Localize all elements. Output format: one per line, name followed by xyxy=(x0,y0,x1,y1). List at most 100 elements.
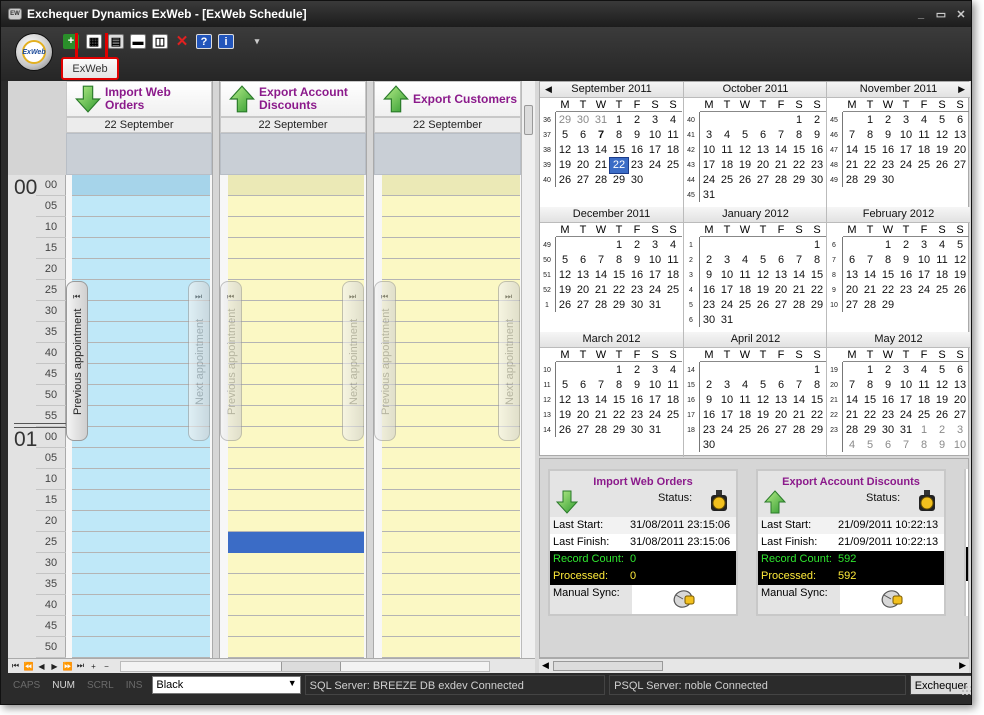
calendar-day[interactable]: 22 xyxy=(879,283,897,298)
calendar-day[interactable]: 25 xyxy=(736,423,754,438)
calendar-day[interactable]: 16 xyxy=(700,283,718,298)
chevron-down-icon[interactable]: ▼ xyxy=(288,678,297,688)
calendar-day[interactable]: 3 xyxy=(646,238,664,253)
calendar-day[interactable]: 16 xyxy=(628,393,646,408)
calendar-day[interactable]: 9 xyxy=(628,378,646,393)
calendar-day[interactable]: 28 xyxy=(790,423,808,438)
calendar-day[interactable]: 29 xyxy=(808,298,826,313)
calendar-day[interactable]: 21 xyxy=(592,408,610,423)
calendar-day[interactable]: 9 xyxy=(897,253,915,268)
calendar-day[interactable]: 14 xyxy=(790,393,808,408)
calendar-day[interactable]: 10 xyxy=(718,393,736,408)
calendar-day[interactable]: 4 xyxy=(736,378,754,393)
next-page-icon[interactable]: ⏩ xyxy=(62,662,73,671)
calendar-day[interactable]: 7 xyxy=(861,253,879,268)
calendar-day[interactable]: 12 xyxy=(951,253,969,268)
calendar-day[interactable]: 18 xyxy=(664,268,682,283)
calendar-day[interactable]: 29 xyxy=(610,423,628,438)
calendar-day[interactable]: 30 xyxy=(574,113,592,128)
calendar-day[interactable]: 18 xyxy=(915,393,933,408)
calendar-day[interactable]: 17 xyxy=(646,393,664,408)
calendar-day[interactable]: 5 xyxy=(951,238,969,253)
calendar-day[interactable]: 3 xyxy=(646,363,664,378)
calendar-day[interactable]: 11 xyxy=(664,378,682,393)
calendar-day[interactable]: 17 xyxy=(718,408,736,423)
next-month-icon[interactable]: ▶ xyxy=(958,82,965,97)
calendar-day[interactable]: 14 xyxy=(592,393,610,408)
calendar-day[interactable]: 20 xyxy=(754,158,772,173)
calendar-day[interactable]: 27 xyxy=(951,408,969,423)
all-day-area[interactable] xyxy=(374,133,521,175)
calendar-day[interactable]: 24 xyxy=(718,298,736,313)
calendar-day[interactable]: 13 xyxy=(951,128,969,143)
calendar-day[interactable]: 1 xyxy=(861,363,879,378)
application-orb-button[interactable]: ExWeb xyxy=(15,33,53,71)
calendar-day[interactable]: 12 xyxy=(754,393,772,408)
calendar-day[interactable]: 15 xyxy=(879,268,897,283)
calendar-day[interactable]: 23 xyxy=(628,408,646,423)
calendar-day[interactable]: 21 xyxy=(790,408,808,423)
previous-appointment-button[interactable]: ⏮ Previous appointment xyxy=(66,281,88,441)
calendar-day[interactable]: 29 xyxy=(610,298,628,313)
calendar-day[interactable]: 28 xyxy=(861,298,879,313)
close-button[interactable]: ✕ xyxy=(951,8,971,21)
calendar-day[interactable]: 25 xyxy=(664,408,682,423)
calendar-day[interactable]: 6 xyxy=(951,113,969,128)
calendar-day[interactable]: 29 xyxy=(610,173,628,188)
calendar-day[interactable]: 4 xyxy=(933,238,951,253)
calendar-day[interactable]: 29 xyxy=(879,298,897,313)
calendar-day[interactable]: 31 xyxy=(700,188,718,203)
calendar-day[interactable]: 13 xyxy=(574,268,592,283)
calendar-day[interactable]: 14 xyxy=(592,268,610,283)
calendar-day[interactable]: 5 xyxy=(556,378,574,393)
calendar-day[interactable]: 11 xyxy=(933,253,951,268)
calendar-day[interactable]: 13 xyxy=(772,268,790,283)
calendar-day[interactable]: 8 xyxy=(808,378,826,393)
calendar-day[interactable]: 20 xyxy=(574,158,592,173)
calendar-day[interactable]: 13 xyxy=(574,143,592,158)
calendar-day[interactable]: 18 xyxy=(915,143,933,158)
manual-sync-button[interactable] xyxy=(840,585,944,614)
calendar-day[interactable]: 20 xyxy=(843,283,861,298)
calendar-day[interactable]: 21 xyxy=(843,158,861,173)
calendar-day[interactable]: 15 xyxy=(610,393,628,408)
calendar-day[interactable]: 19 xyxy=(933,393,951,408)
appointment[interactable] xyxy=(228,532,364,553)
calendar-day[interactable]: 31 xyxy=(592,113,610,128)
scroll-left-icon[interactable]: ◀ xyxy=(542,660,549,671)
calendar-day[interactable]: 25 xyxy=(736,298,754,313)
calendar-day[interactable]: 31 xyxy=(718,313,736,328)
calendar-day[interactable]: 13 xyxy=(754,143,772,158)
calendar-day[interactable]: 19 xyxy=(951,268,969,283)
calendar-day[interactable]: 18 xyxy=(664,393,682,408)
calendar-day[interactable]: 27 xyxy=(574,423,592,438)
calendar-day[interactable]: 20 xyxy=(772,408,790,423)
next-appointment-button[interactable]: ⏭ Next appointment xyxy=(342,281,364,441)
calendar-day[interactable]: 4 xyxy=(843,438,861,453)
calendar-day[interactable]: 13 xyxy=(951,378,969,393)
calendar-day[interactable]: 29 xyxy=(790,173,808,188)
calendar-day[interactable]: 13 xyxy=(843,268,861,283)
tile-vertical-icon[interactable]: ◫ xyxy=(152,34,168,49)
calendar-day[interactable]: 27 xyxy=(772,423,790,438)
calendar-day[interactable]: 4 xyxy=(915,363,933,378)
calendar-day[interactable]: 24 xyxy=(700,173,718,188)
calendar-day[interactable]: 12 xyxy=(736,143,754,158)
calendar-day[interactable]: 18 xyxy=(664,143,682,158)
calendar-day[interactable]: 20 xyxy=(574,283,592,298)
calendar-day[interactable]: 24 xyxy=(646,283,664,298)
calendar-day[interactable]: 25 xyxy=(915,158,933,173)
calendar-day[interactable]: 11 xyxy=(664,253,682,268)
calendar-day[interactable]: 7 xyxy=(790,378,808,393)
calendar-day[interactable]: 13 xyxy=(574,393,592,408)
calendar-day[interactable]: 1 xyxy=(879,238,897,253)
calendar-day[interactable]: 3 xyxy=(915,238,933,253)
calendar-day[interactable]: 2 xyxy=(628,363,646,378)
calendar-day[interactable]: 30 xyxy=(700,313,718,328)
calendar-day[interactable]: 1 xyxy=(808,238,826,253)
calendar-day[interactable]: 30 xyxy=(808,173,826,188)
calendar-day[interactable]: 28 xyxy=(843,423,861,438)
calendar-day[interactable]: 17 xyxy=(897,143,915,158)
calendar-day[interactable]: 30 xyxy=(628,298,646,313)
calendar-day[interactable]: 5 xyxy=(933,113,951,128)
